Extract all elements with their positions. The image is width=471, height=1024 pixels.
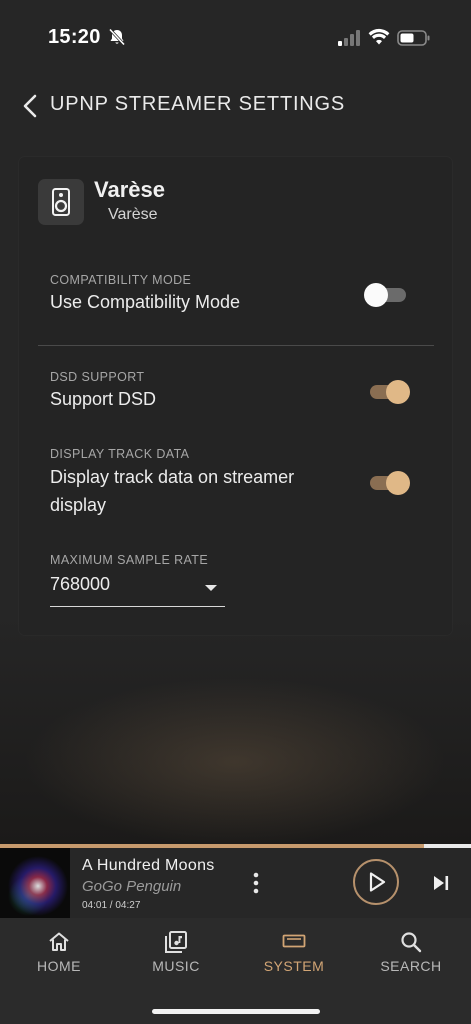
home-icon <box>49 932 69 951</box>
device-subtitle: Varèse <box>108 206 158 223</box>
compatibility-mode-caption: COMPATIBILITY MODE <box>50 273 192 287</box>
tab-music[interactable]: MUSIC <box>117 930 235 980</box>
status-time: 15:20 <box>48 26 101 48</box>
play-icon <box>369 872 386 892</box>
tab-search[interactable]: SEARCH <box>352 930 470 980</box>
max-sample-rate-select[interactable]: 768000 <box>50 574 225 607</box>
music-library-icon <box>165 931 187 953</box>
tab-search-label: SEARCH <box>380 958 442 974</box>
album-art[interactable] <box>0 848 70 918</box>
compatibility-mode-toggle[interactable] <box>364 281 410 307</box>
display-track-data-toggle[interactable] <box>366 469 410 495</box>
tab-home-label: HOME <box>37 958 81 974</box>
track-artist: GoGo Penguin <box>82 878 182 895</box>
home-indicator <box>152 1009 320 1014</box>
play-button[interactable] <box>353 859 399 905</box>
system-device-icon <box>282 934 306 948</box>
battery-icon <box>397 30 430 46</box>
track-time: 04:01 / 04:27 <box>82 900 141 911</box>
toggle-knob <box>386 471 410 495</box>
display-track-data-label-line1: Display track data on streamer <box>50 467 295 487</box>
max-sample-rate-value: 768000 <box>50 574 111 594</box>
tab-music-label: MUSIC <box>152 958 200 974</box>
dropdown-caret-icon <box>205 585 217 591</box>
max-sample-rate-caption: MAXIMUM SAMPLE RATE <box>50 553 209 567</box>
tab-home[interactable]: HOME <box>0 930 118 980</box>
status-bar: 15:20 <box>0 0 471 72</box>
dsd-support-toggle[interactable] <box>366 378 410 404</box>
toggle-knob <box>386 380 410 404</box>
tab-system[interactable]: SYSTEM <box>235 930 353 980</box>
device-speaker-icon <box>38 179 84 225</box>
track-title: A Hundred Moons <box>82 857 215 874</box>
section-divider <box>38 345 434 346</box>
tab-system-label: SYSTEM <box>263 958 325 974</box>
dsd-support-label: Support DSD <box>50 389 157 409</box>
toggle-knob <box>364 283 388 307</box>
display-track-data-caption: DISPLAY TRACK DATA <box>50 447 190 461</box>
display-track-data-label-line2: display <box>50 495 107 515</box>
muted-bell-icon <box>108 28 126 46</box>
search-icon <box>401 932 422 953</box>
device-name: Varèse <box>94 177 165 202</box>
more-options-icon[interactable] <box>246 870 266 896</box>
back-chevron-icon[interactable] <box>20 94 40 118</box>
compatibility-mode-label: Use Compatibility Mode <box>50 292 241 312</box>
dsd-support-caption: DSD SUPPORT <box>50 370 145 384</box>
skip-next-icon[interactable] <box>430 872 452 894</box>
cellular-signal-icon <box>338 30 360 46</box>
page-title: UPNP STREAMER SETTINGS <box>50 93 346 115</box>
wifi-icon <box>368 28 390 45</box>
mini-player[interactable] <box>0 848 471 918</box>
